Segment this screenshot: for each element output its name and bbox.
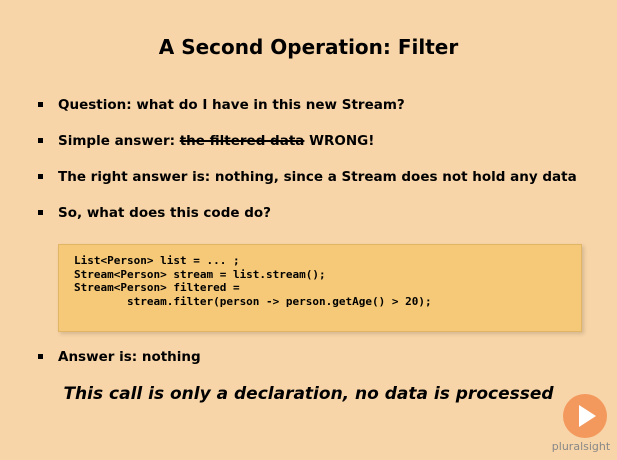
answer-text: Answer is: nothing bbox=[58, 349, 201, 365]
code-text: List<Person> list = ... ; Stream<Person>… bbox=[74, 254, 432, 308]
bullet-text: Question: what do I have in this new Str… bbox=[58, 97, 405, 113]
bullet-answer: Answer is: nothing bbox=[38, 349, 201, 365]
bullet-icon bbox=[38, 174, 43, 179]
bullet-icon bbox=[38, 138, 43, 143]
brand-text: pluralsight bbox=[551, 440, 611, 453]
bullet-text: So, what does this code do? bbox=[58, 205, 271, 221]
pluralsight-logo: pluralsight bbox=[551, 394, 611, 456]
bullet-icon bbox=[38, 354, 43, 359]
struck-text: the filtered data bbox=[179, 133, 305, 149]
code-block: List<Person> list = ... ; Stream<Person>… bbox=[58, 244, 582, 332]
bullet-list: Question: what do I have in this new Str… bbox=[38, 97, 598, 241]
slide-title: A Second Operation: Filter bbox=[158, 35, 459, 59]
bullet-icon bbox=[38, 102, 43, 107]
bullet-question: Question: what do I have in this new Str… bbox=[38, 97, 598, 133]
bullet-simple-answer: Simple answer: the filtered data WRONG! bbox=[38, 133, 598, 169]
bullet-prefix: Simple answer: bbox=[58, 133, 180, 149]
slide: A Second Operation: Filter Question: wha… bbox=[0, 0, 617, 460]
conclusion-text: This call is only a declaration, no data… bbox=[63, 384, 554, 404]
bullet-right-answer: The right answer is: nothing, since a St… bbox=[38, 169, 598, 205]
bullet-text: The right answer is: nothing, since a St… bbox=[58, 169, 577, 185]
bullet-suffix: WRONG! bbox=[304, 133, 375, 149]
bullet-code-question: So, what does this code do? bbox=[38, 205, 598, 241]
play-icon bbox=[579, 405, 596, 427]
bullet-icon bbox=[38, 210, 43, 215]
